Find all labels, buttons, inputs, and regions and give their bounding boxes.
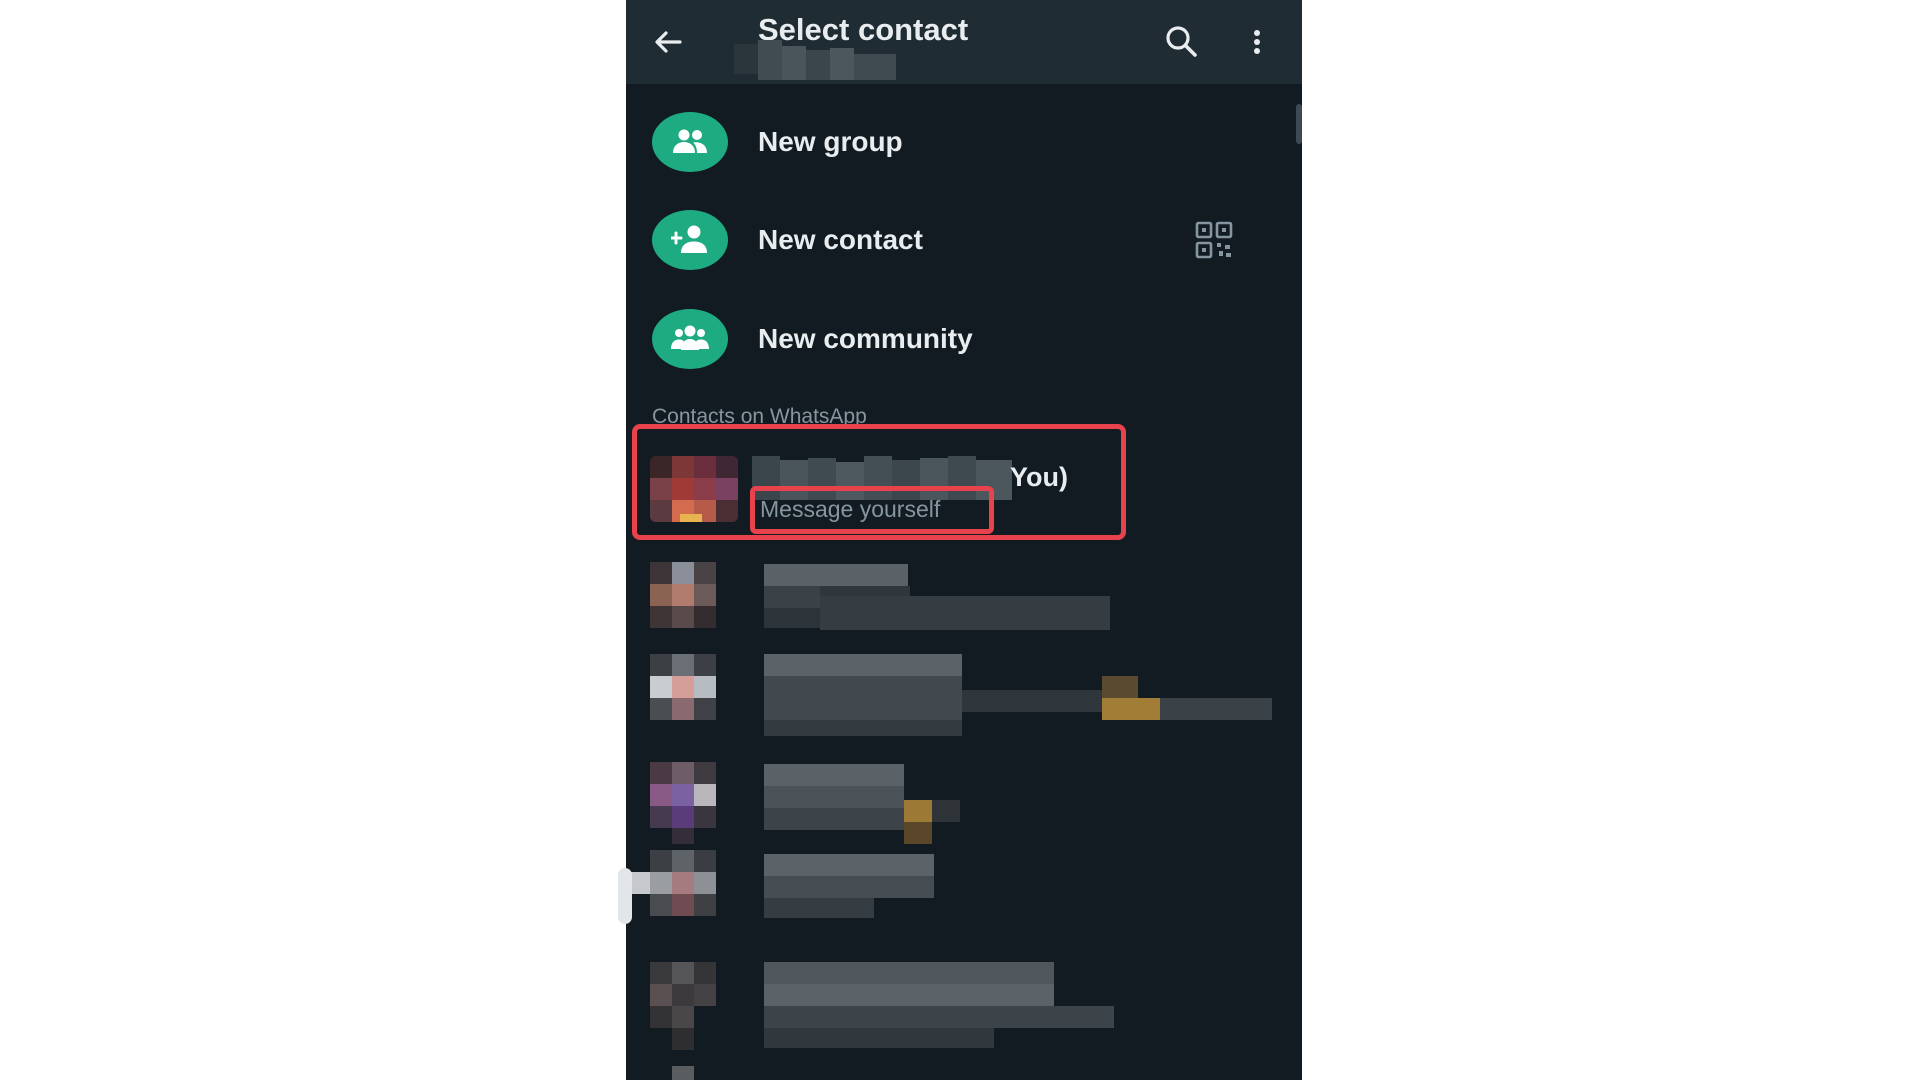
edge-handle[interactable] xyxy=(618,868,632,924)
qr-code-button[interactable] xyxy=(1192,218,1236,262)
contact-row-redacted[interactable] xyxy=(626,954,1302,1080)
add-person-icon xyxy=(671,225,707,253)
more-vertical-icon xyxy=(1254,30,1260,54)
back-button[interactable] xyxy=(648,22,688,62)
subtitle-redacted xyxy=(734,40,896,80)
group-icon xyxy=(673,129,707,153)
new-community-label: New community xyxy=(758,323,973,354)
more-options-button[interactable] xyxy=(1242,22,1272,62)
contact-row-redacted[interactable] xyxy=(626,848,1302,938)
new-community-row[interactable]: New community xyxy=(626,299,1302,391)
new-group-label: New group xyxy=(758,126,903,157)
contact-row-redacted[interactable] xyxy=(626,548,1302,640)
highlight-message-yourself xyxy=(750,486,994,534)
new-contact-row[interactable]: New contact xyxy=(626,200,1302,292)
community-icon xyxy=(671,325,709,350)
new-contact-avatar xyxy=(652,210,728,270)
search-icon xyxy=(1166,26,1197,57)
contact-row-redacted[interactable] xyxy=(626,650,1302,750)
new-community-avatar xyxy=(652,309,728,369)
qr-code-icon xyxy=(1195,221,1233,259)
phone-screen: Select contact New group New contact New… xyxy=(626,0,1302,1080)
new-group-row[interactable]: New group xyxy=(626,102,1302,194)
contact-row-redacted[interactable] xyxy=(626,758,1302,854)
app-bar: Select contact xyxy=(626,0,1302,84)
new-contact-label: New contact xyxy=(758,224,923,255)
search-button[interactable] xyxy=(1162,22,1202,62)
new-group-avatar xyxy=(652,112,728,172)
arrow-left-icon xyxy=(655,31,682,53)
